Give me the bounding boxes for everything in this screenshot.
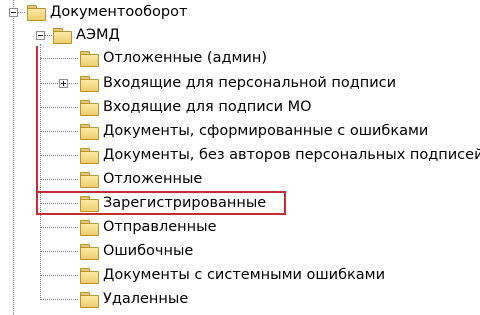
folder-icon xyxy=(80,243,99,260)
tree-line xyxy=(40,299,78,300)
tree-node-label: Входящие для персональной подписи xyxy=(103,75,397,91)
tree-node-docs-with-errors[interactable]: Документы, сформированные с ошибками xyxy=(80,120,429,142)
tree-node-label: Документооборот xyxy=(50,4,188,20)
folder-icon xyxy=(53,27,72,44)
tree-line xyxy=(40,227,78,228)
tree-node-deleted[interactable]: Удаленные xyxy=(80,288,189,310)
collapse-toggle-icon[interactable] xyxy=(36,31,45,40)
expand-toggle-icon[interactable] xyxy=(59,79,68,88)
tree-node-label: Отложенные xyxy=(103,171,203,187)
tree-node-label: Документы, сформированные с ошибками xyxy=(103,123,429,139)
folder-icon xyxy=(80,267,99,284)
tree-node-erroneous[interactable]: Ошибочные xyxy=(80,240,194,262)
tree-node-aemd[interactable]: АЭМД xyxy=(53,24,121,46)
tree-node-sent[interactable]: Отправленные xyxy=(80,216,218,238)
tree-line xyxy=(40,179,78,180)
tree-line xyxy=(13,0,14,315)
tree-line xyxy=(40,131,78,132)
tree-node-label: АЭМД xyxy=(76,27,120,43)
tree-node-system-errors[interactable]: Документы с системными ошибками xyxy=(80,264,386,286)
folder-icon xyxy=(80,171,99,188)
folder-icon xyxy=(80,219,99,236)
tree-line xyxy=(40,107,78,108)
tree-node-label: Отправленные xyxy=(103,219,217,235)
folder-icon xyxy=(27,4,46,21)
tree-line xyxy=(40,251,78,252)
folder-icon xyxy=(80,291,99,308)
tree-node-label: Входящие для подписи МО xyxy=(103,99,312,115)
tree-node-label: Документы, без авторов персональных подп… xyxy=(103,147,480,163)
tree-node-label: Отложенные (админ) xyxy=(103,50,267,66)
annotation-line xyxy=(36,46,38,194)
tree-node-label: Удаленные xyxy=(103,291,189,307)
annotation-highlight-box xyxy=(36,191,286,215)
tree-node-label: Документы с системными ошибками xyxy=(103,267,386,283)
tree-line xyxy=(40,58,78,59)
folder-icon xyxy=(80,147,99,164)
tree-node-label: Ошибочные xyxy=(103,243,194,259)
tree-node-docs-no-authors[interactable]: Документы, без авторов персональных подп… xyxy=(80,144,480,166)
tree-line xyxy=(40,155,78,156)
folder-icon xyxy=(80,50,99,67)
tree-node-incoming-personal[interactable]: Входящие для персональной подписи xyxy=(80,72,397,94)
folder-icon xyxy=(80,123,99,140)
tree-node-root[interactable]: Документооборот xyxy=(27,1,188,23)
tree-line xyxy=(40,275,78,276)
folder-icon xyxy=(80,99,99,116)
tree-node-deferred[interactable]: Отложенные xyxy=(80,168,203,190)
folder-icon xyxy=(80,75,99,92)
folder-tree: Документооборот АЭМД Отложенные (админ) … xyxy=(0,0,480,315)
tree-node-deferred-admin[interactable]: Отложенные (админ) xyxy=(80,47,268,69)
tree-node-incoming-mo[interactable]: Входящие для подписи МО xyxy=(80,96,313,118)
collapse-toggle-icon[interactable] xyxy=(9,8,18,17)
